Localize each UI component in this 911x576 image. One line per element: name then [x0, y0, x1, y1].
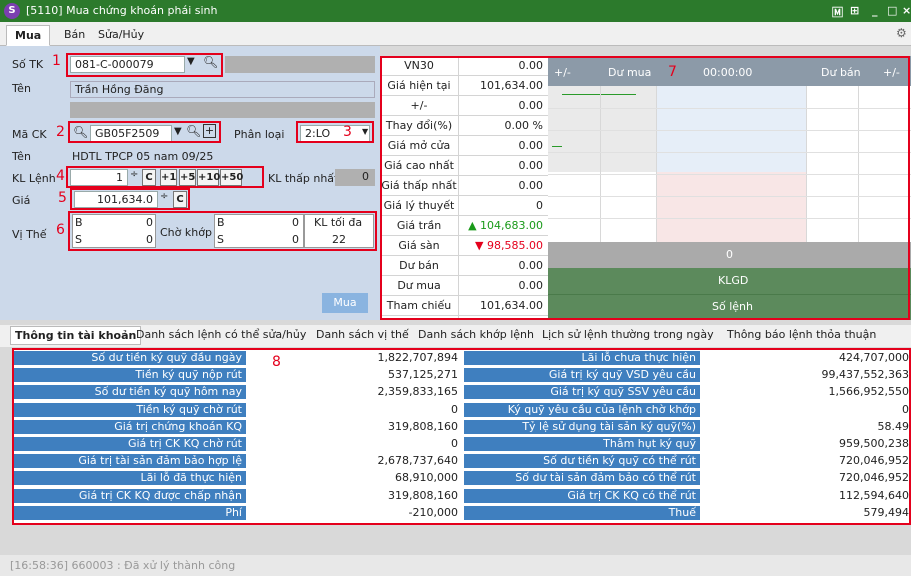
account-tabs: Thông tin tài khoản Danh sách lệnh có th…: [0, 325, 911, 347]
highlight-box-7: [380, 56, 910, 320]
name-extra-field: [70, 102, 375, 118]
highlight-box-2: [68, 121, 221, 143]
highlight-box-1: [66, 53, 223, 77]
position-label: Vị Thế: [12, 228, 47, 241]
tab-sua-huy[interactable]: Sửa/Hủy: [90, 25, 152, 46]
minimize-button[interactable]: _: [872, 4, 878, 17]
account-label: Số TK: [12, 58, 44, 71]
layout-icon[interactable]: ⊞: [850, 4, 859, 17]
name-label: Tên: [12, 82, 31, 95]
tab-order-history[interactable]: Lịch sử lệnh thường trong ngày: [542, 328, 714, 341]
symbol-label: Mã CK: [12, 128, 47, 141]
symbol-name-value: HDTL TPCP 05 nam 09/25: [72, 150, 214, 163]
marker-4: 4: [56, 168, 65, 184]
quantity-label: KL Lệnh: [12, 172, 56, 185]
account-info-field: [225, 56, 375, 73]
highlight-box-4: [66, 166, 264, 188]
tab-mua[interactable]: Mua: [6, 25, 51, 46]
highlight-box-5: [70, 188, 190, 210]
name-field: Trần Hồng Đăng: [70, 81, 375, 98]
close-button[interactable]: ×: [902, 4, 911, 17]
marker-6: 6: [56, 222, 65, 238]
tab-account-info[interactable]: Thông tin tài khoản: [10, 326, 142, 345]
tab-ban[interactable]: Bán: [56, 25, 93, 46]
min-quantity-value: 0: [335, 169, 375, 186]
app-logo-icon: S: [4, 3, 20, 19]
marker-1: 1: [52, 53, 61, 69]
highlight-box-8: [12, 348, 911, 525]
status-bar: [16:58:36] 660003 : Đã xử lý thành công: [0, 555, 911, 576]
marker-2: 2: [56, 124, 65, 140]
tab-cancelable-orders[interactable]: Danh sách lệnh có thể sửa/hủy: [136, 328, 306, 341]
pin-icon[interactable]: 🄼: [832, 4, 843, 20]
title-bar: S [5110] Mua chứng khoán phái sinh 🄼 ⊞ _…: [0, 0, 911, 22]
highlight-box-6: [68, 211, 377, 251]
min-quantity-label: KL thấp nhất: [268, 172, 339, 185]
order-form: Số TK 1 081-C-000079 ▼ 🔍︎ Tên Trần Hồng …: [0, 46, 380, 320]
order-tabs: Mua Bán Sửa/Hủy ⚙: [0, 22, 911, 46]
symbol-name-label: Tên: [12, 150, 31, 163]
tab-negotiated-orders[interactable]: Thông báo lệnh thỏa thuận: [727, 328, 876, 341]
maximize-button[interactable]: □: [887, 4, 897, 17]
order-type-label: Phân loại: [234, 128, 285, 141]
price-label: Giá: [12, 194, 31, 207]
tab-matched-orders[interactable]: Danh sách khớp lệnh: [418, 328, 534, 341]
marker-5: 5: [58, 190, 67, 206]
settings-gear-icon[interactable]: ⚙: [896, 26, 907, 40]
buy-submit-button[interactable]: Mua: [322, 293, 368, 313]
highlight-box-3: [296, 121, 374, 143]
tab-positions[interactable]: Danh sách vị thế: [316, 328, 409, 341]
window-title: [5110] Mua chứng khoán phái sinh: [26, 4, 218, 17]
